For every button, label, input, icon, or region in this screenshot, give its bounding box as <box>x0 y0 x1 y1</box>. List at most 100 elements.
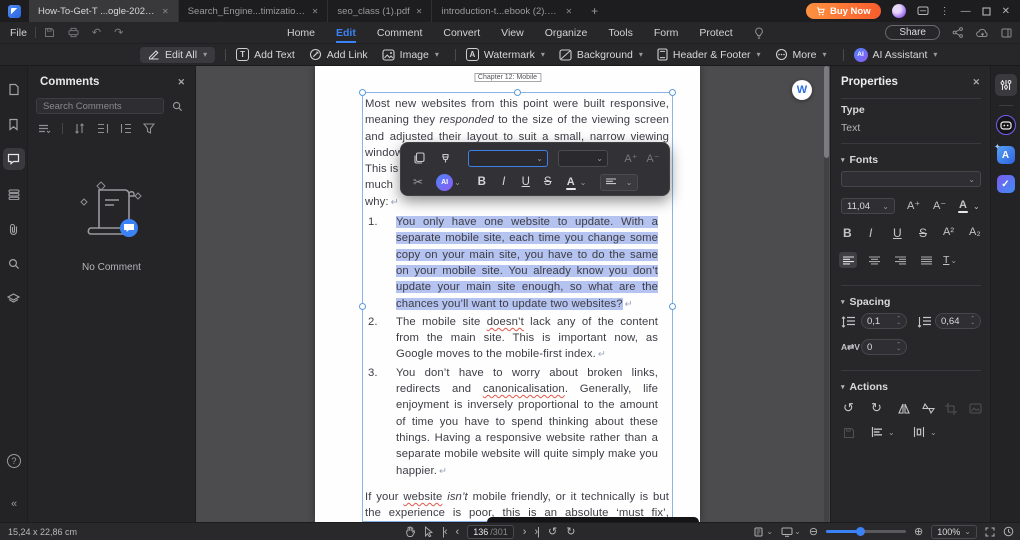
proofread-icon[interactable]: ✓ <box>996 175 1015 193</box>
menu-item-home[interactable]: Home <box>287 22 315 43</box>
font-size-select[interactable]: ⌄ <box>558 149 608 167</box>
duplicate-icon[interactable] <box>413 152 425 164</box>
strikethrough-button[interactable]: S <box>919 226 927 240</box>
selection-handle[interactable] <box>669 89 676 96</box>
save-as-template-button[interactable] <box>843 427 855 439</box>
filter-comments-icon[interactable] <box>143 123 155 134</box>
align-left-button[interactable] <box>839 252 857 268</box>
strikethrough-button[interactable]: S <box>537 176 559 188</box>
page-number-input[interactable]: 136 /301 <box>467 524 514 539</box>
underline-button[interactable]: U <box>893 226 902 240</box>
ai-assistant-button[interactable]: AI AI Assistant ▾ <box>853 47 937 62</box>
selection-handle[interactable] <box>513 89 521 96</box>
more-button[interactable]: More ▾ <box>775 48 827 61</box>
text-line[interactable]: why: ↵ <box>365 194 669 211</box>
rotate-left-button[interactable]: ↺ <box>843 400 854 416</box>
tab-close-icon[interactable]: ✕ <box>312 7 319 16</box>
bookmarks-panel-icon[interactable] <box>3 113 25 135</box>
stepper-icon[interactable]: ⌃ ⌄ <box>896 342 901 352</box>
image-button[interactable]: Image ▾ <box>382 49 439 61</box>
undo-icon[interactable]: ↶ <box>92 26 101 39</box>
tab-close-icon[interactable]: ✕ <box>162 7 169 16</box>
fields-panel-icon[interactable] <box>3 183 25 205</box>
buy-now-button[interactable]: Buy Now <box>805 3 881 19</box>
layers-panel-icon[interactable] <box>3 288 25 310</box>
watermark-button[interactable]: A Watermark ▾ <box>465 48 545 61</box>
italic-button[interactable]: I <box>869 226 872 240</box>
stepper-icon[interactable]: ⌃ ⌄ <box>970 316 975 326</box>
superscript-button[interactable]: A² <box>943 226 954 238</box>
rotate-page-right-button[interactable]: ↻ <box>566 525 575 538</box>
flip-horizontal-button[interactable] <box>897 403 911 414</box>
tab-close-icon[interactable]: ✕ <box>416 7 423 16</box>
page-running-header[interactable]: Chapter 12: Mobile <box>473 73 542 82</box>
close-properties-icon[interactable]: ✕ <box>972 77 980 88</box>
search-icon[interactable] <box>172 101 183 112</box>
file-menu[interactable]: File <box>10 27 27 39</box>
menu-item-protect[interactable]: Protect <box>699 22 732 43</box>
background-button[interactable]: Background ▾ <box>559 49 643 61</box>
zoom-slider-thumb[interactable] <box>856 527 866 536</box>
decrease-font-icon[interactable]: A⁻ <box>642 152 664 165</box>
distribute-objects-dropdown[interactable]: ⌄ <box>913 427 937 437</box>
alignment-select[interactable]: ⌄ <box>600 173 639 191</box>
document-tab[interactable]: How-To-Get-T ...ogle-2022.pdf ✕ <box>29 0 178 22</box>
first-page-button[interactable]: |‹ <box>442 526 447 538</box>
hand-tool-icon[interactable] <box>405 526 415 537</box>
redo-icon[interactable]: ↷ <box>114 26 123 39</box>
selection-handle[interactable] <box>359 89 366 96</box>
edit-all-button[interactable]: Edit All ▾ <box>140 46 216 63</box>
font-color-button[interactable]: A <box>565 176 576 190</box>
cloud-upload-icon[interactable] <box>976 28 989 38</box>
line-spacing-input[interactable]: 0,1 ⌃ ⌄ <box>861 313 907 329</box>
align-center-button[interactable] <box>865 252 883 268</box>
pdf-page[interactable]: Chapter 12: Mobile Most new websites fro… <box>315 66 700 522</box>
add-text-button[interactable]: T Add Text <box>236 48 295 61</box>
help-button[interactable]: ? <box>7 454 21 468</box>
format-painter-icon[interactable] <box>439 152 452 165</box>
font-size-dropdown[interactable]: 11,04 ⌄ <box>841 198 895 214</box>
menu-item-organize[interactable]: Organize <box>545 22 588 43</box>
ai-rewrite-icon[interactable]: AI <box>436 173 454 191</box>
comment-list-view-icon[interactable] <box>38 124 51 134</box>
ai-chatbot-icon[interactable] <box>995 115 1016 135</box>
document-tab[interactable]: seo_class (1).pdf ✕ <box>327 0 431 22</box>
close-panel-icon[interactable]: ✕ <box>177 77 185 88</box>
zoom-level-dropdown[interactable]: 100% ⌄ <box>931 524 977 539</box>
font-family-dropdown[interactable]: ⌄ <box>841 171 981 187</box>
italic-button[interactable]: I <box>493 176 515 188</box>
document-viewport[interactable]: Chapter 12: Mobile Most new websites fro… <box>196 66 830 522</box>
new-tab-button[interactable]: + <box>591 4 598 18</box>
subscript-button[interactable]: A₂ <box>969 226 981 238</box>
window-minimize-button[interactable]: — <box>961 6 971 17</box>
current-page[interactable]: 136 <box>473 527 488 537</box>
search-panel-icon[interactable] <box>3 253 25 275</box>
character-spacing-input[interactable]: 0 ⌃ ⌄ <box>861 339 907 355</box>
tab-close-icon[interactable]: ✕ <box>565 7 572 16</box>
vertical-scrollbar[interactable] <box>824 66 829 522</box>
spacing-section-header[interactable]: ▾ Spacing <box>841 296 890 308</box>
font-family-select[interactable]: ⌄ <box>468 149 548 167</box>
font-color-button[interactable]: A <box>958 199 968 213</box>
bold-button[interactable]: B <box>471 176 493 188</box>
text-block[interactable]: 3. You don’t have to worry about broken l… <box>365 365 669 480</box>
translate-icon[interactable]: ✦ A <box>995 144 1015 164</box>
align-right-button[interactable] <box>891 252 909 268</box>
feedback-icon[interactable] <box>917 6 929 17</box>
window-close-button[interactable]: ✕ <box>1002 6 1010 17</box>
auto-scroll-button[interactable] <box>1003 526 1014 537</box>
share-button[interactable]: Share <box>885 25 940 40</box>
crop-button[interactable] <box>945 403 957 415</box>
align-justify-button[interactable] <box>917 252 935 268</box>
expand-all-icon[interactable] <box>97 123 109 134</box>
add-link-button[interactable]: Add Link <box>309 48 368 61</box>
menu-item-view[interactable]: View <box>501 22 524 43</box>
print-icon[interactable] <box>68 27 79 38</box>
user-avatar[interactable] <box>891 4 906 18</box>
zoom-slider[interactable] <box>826 527 907 536</box>
comments-panel-icon[interactable] <box>2 148 25 170</box>
text-block[interactable]: 1. You only have one website to update. W… <box>365 214 669 313</box>
collapse-all-icon[interactable] <box>120 123 132 134</box>
last-page-button[interactable]: ›| <box>534 526 539 538</box>
app-logo-icon[interactable] <box>8 4 21 18</box>
